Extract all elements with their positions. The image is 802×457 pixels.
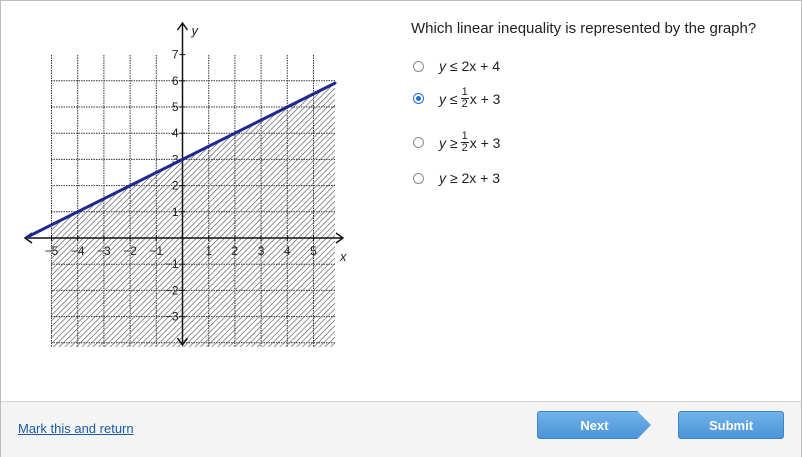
footer-bar: Mark this and return Next Submit [1, 401, 801, 457]
x-tick-label: 2 [232, 244, 239, 258]
y-tick-label: −2 [165, 283, 179, 297]
x-tick-label: −1 [149, 244, 163, 258]
y-tick-label: −1 [165, 257, 179, 271]
x-tick-label: 4 [284, 244, 291, 258]
y-tick-label: 5 [172, 100, 179, 114]
option-1-label: y ≤ 2x + 4 [439, 58, 501, 74]
question-panel: −5 −4 −3 −2 −1 1 2 3 4 5 1 2 3 4 5 6 7 −1 −2 −3 x y Which lin… [0, 0, 802, 457]
y-tick-label: 6 [172, 74, 179, 88]
x-tick-label: −5 [45, 244, 59, 258]
option-4-radio[interactable] [413, 172, 424, 184]
x-tick-label: 1 [205, 244, 212, 258]
option-4-label: y ≥ 2x + 3 [439, 170, 501, 186]
submit-button[interactable]: Submit [678, 411, 784, 439]
option-1-radio[interactable] [413, 60, 424, 72]
coordinate-graph: −5 −4 −3 −2 −1 1 2 3 4 5 1 2 3 4 5 6 7 −1 −2 −3 x y [19, 19, 349, 354]
y-tick-label: 1 [172, 205, 179, 219]
next-button[interactable]: Next [537, 411, 651, 439]
graph-svg: −5 −4 −3 −2 −1 1 2 3 4 51234567−1−2−3xy [23, 21, 347, 347]
option-3-fraction: 12 [460, 130, 469, 154]
option-2-label: y ≤ 12x + 3 [439, 86, 501, 110]
option-4[interactable]: y ≥ 2x + 3 [413, 170, 613, 186]
option-2-radio[interactable] [413, 93, 424, 104]
y-tick-label: 7 [172, 48, 179, 62]
y-tick-label: 2 [172, 179, 179, 193]
y-tick-label: −3 [165, 310, 179, 324]
option-2[interactable]: y ≤ 12x + 3 [413, 87, 613, 110]
x-tick-label: −3 [97, 244, 111, 258]
option-1[interactable]: y ≤ 2x + 4 [413, 58, 613, 74]
mark-and-return-link[interactable]: Mark this and return [18, 421, 134, 436]
x-axis-label: x [339, 249, 347, 264]
option-3-label: y ≥ 12x + 3 [439, 130, 501, 154]
y-axis-label: y [191, 23, 200, 38]
x-tick-label: −4 [71, 244, 85, 258]
option-3-radio[interactable] [413, 137, 424, 148]
option-3[interactable]: y ≥ 12x + 3 [413, 131, 613, 154]
x-tick-label: −2 [123, 244, 137, 258]
x-tick-label: 3 [258, 244, 265, 258]
x-tick-label: 5 [310, 244, 317, 258]
y-tick-label: 4 [172, 126, 179, 140]
question-text: Which linear inequality is represented b… [411, 20, 757, 37]
option-2-fraction: 12 [460, 86, 469, 110]
